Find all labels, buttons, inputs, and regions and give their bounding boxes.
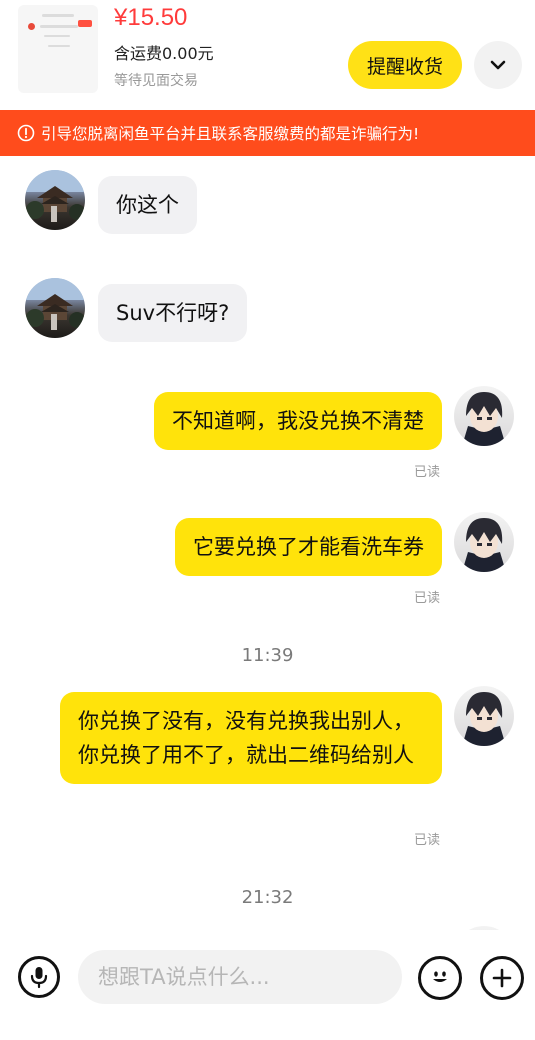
order-status: 等待见面交易 (114, 73, 198, 89)
message-bubble[interactable]: 它要兑换了才能看洗车券 (175, 518, 442, 576)
emoji-icon (433, 971, 447, 982)
message-input[interactable] (78, 950, 402, 1004)
read-receipt: 已读 (414, 591, 441, 606)
read-receipt: 已读 (414, 833, 441, 848)
message-bubble[interactable]: 你这个 (98, 176, 197, 234)
remind-receive-button[interactable]: 提醒收货 (348, 41, 462, 89)
message-bubble[interactable]: 不知道啊，我没兑换不清楚 (154, 392, 442, 450)
order-price: ¥15.50 (114, 4, 188, 31)
time-divider: 21:32 (241, 887, 294, 908)
time-divider: 11:39 (241, 645, 294, 666)
shipping-fee: 含运费0.00元 (114, 44, 214, 63)
order-header: ¥15.50 含运费0.00元 等待见面交易 提醒收货 (0, 0, 535, 110)
warning-text: 引导您脱离闲鱼平台并且联系客服缴费的都是诈骗行为! (41, 125, 420, 143)
microphone-icon (30, 967, 48, 989)
collapse-button[interactable] (474, 41, 522, 89)
more-actions-button[interactable] (480, 956, 524, 1000)
plus-icon (492, 968, 512, 988)
avatar[interactable] (454, 386, 514, 446)
emoji-button[interactable] (418, 956, 462, 1000)
avatar[interactable] (454, 512, 514, 572)
read-receipt: 已读 (414, 465, 441, 480)
product-thumbnail[interactable] (18, 5, 98, 93)
message-bubble[interactable]: 你兑换了没有，没有兑换我出别人，你兑换了用不了，就出二维码给别人 (60, 692, 442, 784)
chevron-down-icon (490, 60, 506, 70)
avatar[interactable] (25, 170, 85, 230)
alert-circle-icon (17, 124, 35, 142)
avatar[interactable] (25, 278, 85, 338)
fraud-warning-banner: 引导您脱离闲鱼平台并且联系客服缴费的都是诈骗行为! (0, 110, 535, 156)
voice-button[interactable] (18, 956, 60, 998)
message-bubble[interactable]: Suv不行呀? (98, 284, 248, 342)
avatar[interactable] (454, 686, 514, 746)
